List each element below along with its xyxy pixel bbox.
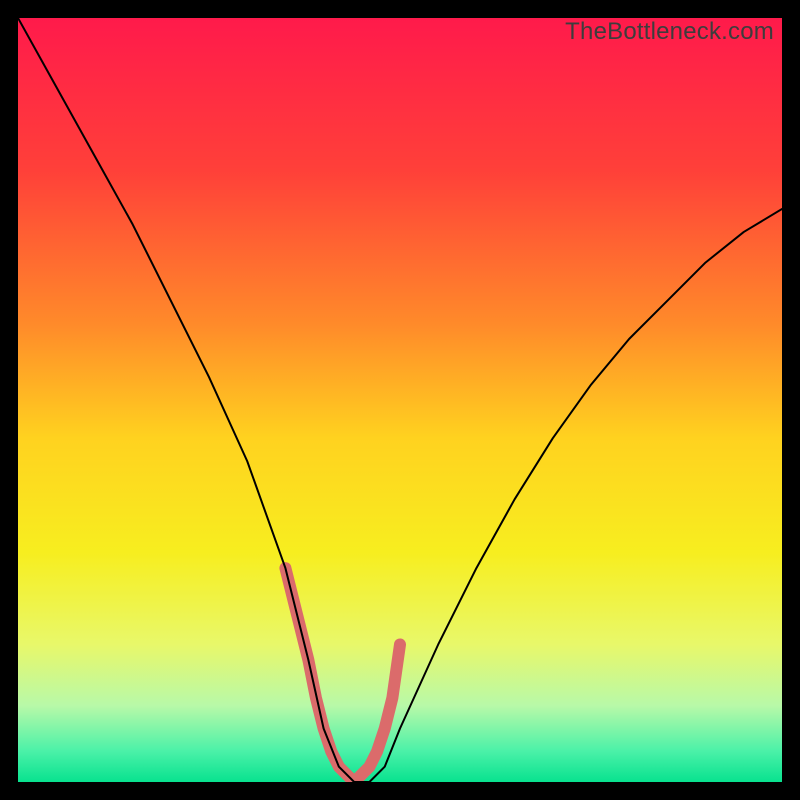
chart-svg [18,18,782,782]
plot-area: TheBottleneck.com [18,18,782,782]
watermark-text: TheBottleneck.com [565,18,774,46]
chart-frame: TheBottleneck.com [0,0,800,800]
